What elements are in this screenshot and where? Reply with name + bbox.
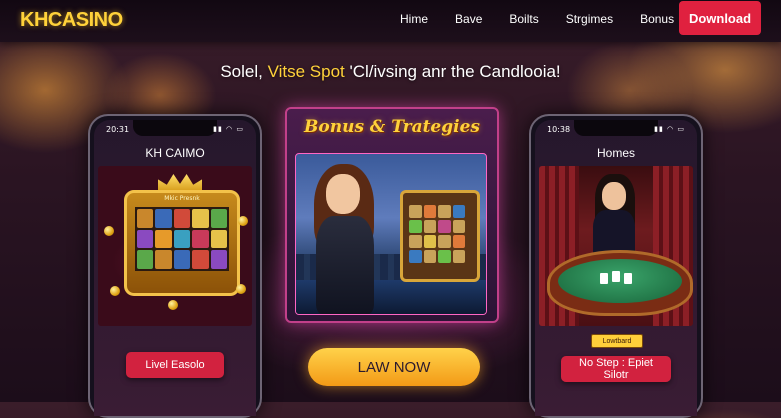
signal-icon: ▮▮ ◠ ▭ (213, 125, 244, 133)
no-step-button[interactable]: No Step : Epiet Silotr (561, 356, 671, 382)
coin-icon (104, 226, 114, 236)
roulette-table (547, 250, 693, 316)
slot-machine-image[interactable]: Mkic Presnk (98, 166, 252, 326)
live-easolo-button[interactable]: Livel Easolo (126, 352, 224, 378)
hero-headline: Solel, Vitse Spot 'Cl/ivsing anr the Can… (0, 62, 781, 82)
playing-card (612, 271, 620, 282)
nav-links: Hime Bave Boilts Strgimes Bonus (400, 12, 701, 26)
download-button[interactable]: Download (679, 1, 761, 35)
right-phone-title: Homes (596, 146, 635, 160)
right-phone-mockup: 10:38 ▮▮ ◠ ▭ Homes Lowtbard No Step : Ep… (529, 114, 703, 418)
headline-part-2: 'Cl/ivsing anr the Candlooia! (344, 62, 561, 81)
playing-card (624, 273, 632, 284)
coin-icon (110, 286, 120, 296)
brand-logo[interactable]: KHCASINO (20, 9, 123, 32)
coin-icon (168, 300, 178, 310)
slot-reels (135, 207, 229, 271)
coin-icon (236, 284, 246, 294)
left-phone-title: KH CAIMO (145, 146, 205, 160)
status-time: 20:31 (106, 125, 130, 134)
bonus-strategies-card: Bonus & Trategies (285, 107, 499, 323)
live-dealer-image[interactable] (539, 166, 693, 326)
law-now-button[interactable]: LAW NOW (308, 348, 480, 386)
dealer-face (602, 182, 626, 210)
woman-face (326, 174, 360, 214)
nav-link-strgimes[interactable]: Strgimes (566, 12, 613, 26)
nav-link-boilts[interactable]: Boilts (509, 12, 538, 26)
left-phone-mockup: 20:31 ▮▮ ◠ ▭ KH CAIMO Mkic Presnk Livel … (88, 114, 262, 418)
table-tag: Lowtbard (591, 334, 643, 348)
battery-icon: ▮▮ ◠ ▭ (654, 125, 685, 133)
table-felt (558, 259, 682, 303)
slot-machine-art (400, 190, 480, 282)
right-phone-screen: 10:38 ▮▮ ◠ ▭ Homes Lowtbard No Step : Ep… (535, 120, 697, 416)
nav-link-bave[interactable]: Bave (455, 12, 482, 26)
slot-cabinet: Mkic Presnk (124, 190, 240, 296)
bonus-promo-image[interactable] (295, 153, 487, 315)
playing-card (600, 273, 608, 284)
slot-marquee-label: Mkic Presnk (164, 195, 200, 202)
top-navbar: KHCASINO Hime Bave Boilts Strgimes Bonus… (0, 0, 781, 42)
headline-part-1: Solel, (220, 62, 268, 81)
left-phone-screen: 20:31 ▮▮ ◠ ▭ KH CAIMO Mkic Presnk Livel … (94, 120, 256, 416)
nav-link-bonus[interactable]: Bonus (640, 12, 674, 26)
nav-link-home[interactable]: Hime (400, 12, 428, 26)
headline-accent: Vitse Spot (267, 62, 345, 81)
coin-icon (238, 216, 248, 226)
woman-dress (316, 216, 374, 314)
phone-notch (574, 120, 658, 136)
phone-notch (133, 120, 217, 136)
bonus-card-title: Bonus & Trategies (304, 117, 480, 137)
status-time: 10:38 (547, 125, 571, 134)
